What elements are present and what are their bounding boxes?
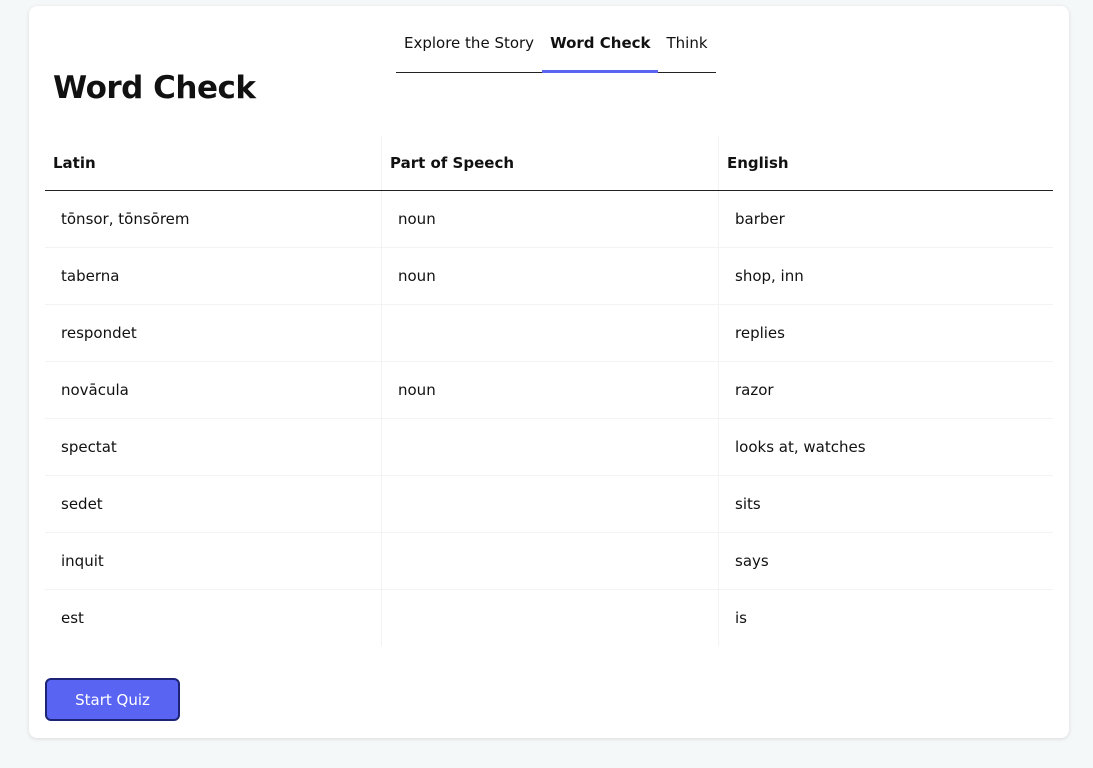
table-row: inquit says [45,532,1053,590]
latin-cell: tōnsor, tōnsōrem [45,190,382,248]
latin-cell: novācula [45,361,382,419]
english-cell: looks at, watches [718,418,1053,476]
word-check-card: Explore the Story Word Check Think Word … [29,6,1069,738]
page-title: Word Check [53,70,256,106]
english-cell: says [718,532,1053,590]
table-row: spectat looks at, watches [45,418,1053,476]
latin-cell: inquit [45,532,382,590]
column-header-part-of-speech: Part of Speech [381,136,719,191]
english-cell: razor [718,361,1053,419]
column-header-english: English [718,136,1053,191]
part-of-speech-cell [381,304,719,362]
latin-cell: spectat [45,418,382,476]
tab-bar: Explore the Story Word Check Think [396,30,716,73]
latin-cell: taberna [45,247,382,305]
tab-explore-story[interactable]: Explore the Story [396,30,542,72]
part-of-speech-cell [381,418,719,476]
english-cell: barber [718,190,1053,248]
table-row: sedet sits [45,475,1053,533]
table-row: tōnsor, tōnsōrem noun barber [45,190,1053,248]
part-of-speech-cell: noun [381,190,719,248]
english-cell: shop, inn [718,247,1053,305]
english-cell: sits [718,475,1053,533]
tab-word-check[interactable]: Word Check [542,30,659,73]
part-of-speech-cell: noun [381,247,719,305]
table-row: est is [45,589,1053,646]
table-row: respondet replies [45,304,1053,362]
part-of-speech-cell [381,532,719,590]
part-of-speech-cell [381,589,719,646]
start-quiz-button[interactable]: Start Quiz [45,678,180,721]
column-header-latin: Latin [45,136,382,191]
latin-cell: sedet [45,475,382,533]
english-cell: replies [718,304,1053,362]
table-row: novācula noun razor [45,361,1053,419]
part-of-speech-cell [381,475,719,533]
table-header-row: Latin Part of Speech English [45,136,1053,191]
latin-cell: est [61,609,84,627]
english-cell: is [718,589,1053,646]
vocabulary-table: Latin Part of Speech English tōnsor, tōn… [45,136,1053,646]
table-row: taberna noun shop, inn [45,247,1053,305]
latin-cell: respondet [45,304,382,362]
tab-think[interactable]: Think [658,30,715,72]
part-of-speech-cell: noun [381,361,719,419]
